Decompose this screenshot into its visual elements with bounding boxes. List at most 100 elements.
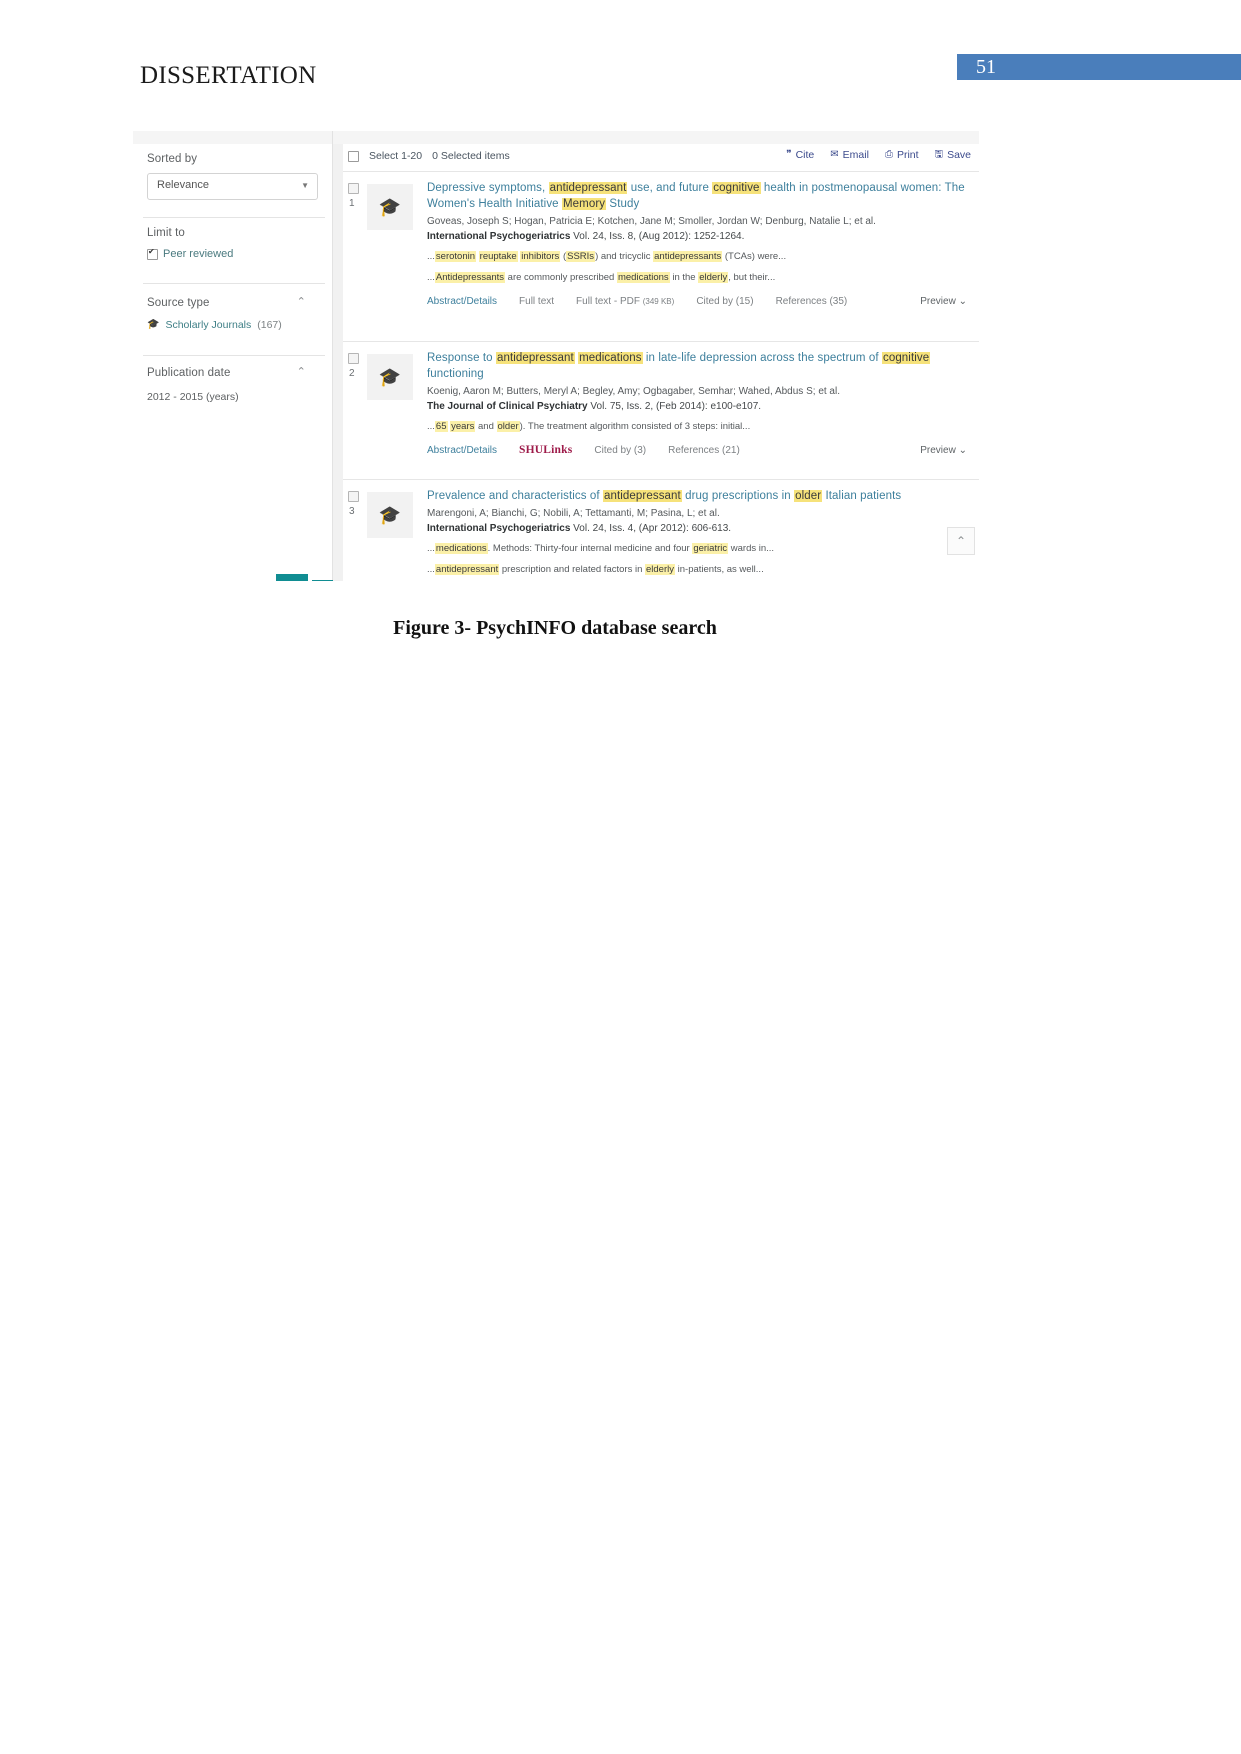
result-checkbox[interactable] (348, 491, 359, 502)
result-links: Abstract/Details Full text Full text - PDF… (427, 294, 973, 308)
result-journal: International Psychogeriatrics (427, 231, 571, 242)
text-run: and (475, 421, 497, 432)
result-body: Response to antidepressant medications i… (427, 350, 973, 457)
scroll-to-top-button[interactable]: ⌃ (947, 527, 975, 555)
cite-label: Cite (795, 149, 815, 161)
highlighted-term: SSRIs (566, 251, 596, 262)
source-type-heading-row[interactable]: Source type ⌃ (147, 297, 318, 310)
result-checkbox[interactable] (348, 183, 359, 194)
chevron-up-icon: ⌃ (955, 534, 967, 548)
graduation-cap-icon: 🎓 (147, 319, 160, 330)
text-run: ... (427, 564, 435, 575)
publication-date-heading: Publication date (147, 367, 231, 379)
source-type-item-scholarly-journals[interactable]: 🎓 Scholarly Journals (167) (147, 319, 318, 331)
result-journal: International Psychogeriatrics (427, 523, 571, 534)
result-link[interactable]: Full text (519, 296, 554, 307)
result-number: 2 (349, 368, 355, 379)
source-type-item-count: (167) (257, 319, 282, 331)
facet-divider-1 (143, 217, 325, 218)
cite-button[interactable]: ❞ Cite (786, 149, 814, 161)
highlighted-term: reuptake (478, 251, 518, 262)
save-button[interactable]: 🖫 Save (935, 149, 971, 161)
results-top-strip (333, 131, 979, 144)
text-run: Italian patients (822, 490, 902, 502)
select-all-checkbox[interactable] (348, 150, 359, 162)
result-link[interactable]: Abstract/Details (427, 296, 497, 307)
result-link[interactable]: Cited by (15) (696, 296, 753, 307)
result-title[interactable]: Depressive symptoms, antidepressant use,… (427, 180, 973, 212)
highlighted-term: elderly (645, 564, 675, 575)
text-run: in the (669, 272, 699, 283)
floppy-disk-icon: 🖫 (934, 149, 944, 160)
result-title[interactable]: Response to antidepressant medications i… (427, 350, 973, 382)
text-run: Depressive symptoms, (427, 182, 549, 194)
chevron-up-icon[interactable]: ⌃ (297, 367, 306, 378)
result-number: 3 (349, 506, 355, 517)
peer-reviewed-checkbox[interactable] (147, 247, 158, 260)
text-run: ... (427, 543, 435, 554)
print-button[interactable]: ⎙ Print (885, 149, 919, 161)
text-run: , but their... (728, 272, 776, 283)
result-link[interactable]: References (21) (668, 445, 740, 456)
print-label: Print (896, 149, 919, 161)
page-title: DISSERTATION (140, 62, 317, 89)
result-item: 3 🎓 Prevalence and characteristics of anti… (343, 479, 979, 580)
result-thumbnail: 🎓 (367, 184, 413, 230)
text-run: prescription and related factors in (499, 564, 645, 575)
result-snippet: ...antidepressant prescription and relat… (427, 563, 973, 577)
result-title[interactable]: Prevalence and characteristics of antide… (427, 488, 973, 504)
highlighted-term: antidepressant (602, 490, 682, 502)
page-number-badge: 51 (957, 54, 1241, 80)
highlighted-term: antidepressants (653, 251, 723, 262)
result-link[interactable]: Full text - PDF (349 KB) (576, 296, 674, 307)
histogram-bar[interactable] (276, 574, 308, 581)
highlighted-term: medications (578, 352, 643, 364)
email-button[interactable]: ✉ Email (830, 149, 869, 161)
result-snippet: ...Antidepressants are commonly prescrib… (427, 271, 973, 285)
highlighted-term: medications (616, 272, 670, 283)
text-run: . Methods: Thirty-four internal medicine… (487, 543, 693, 554)
result-source: International Psychogeriatrics Vol. 24, … (427, 231, 745, 242)
publication-date-heading-row[interactable]: Publication date ⌃ (147, 367, 318, 380)
text-run: ). The treatment algorithm consisted of … (519, 421, 751, 432)
highlighted-term: cognitive (881, 352, 931, 364)
facet-divider-2 (143, 283, 325, 284)
file-size-label: (349 KB) (642, 296, 675, 306)
text-run: ) and tricyclic (595, 251, 654, 262)
result-thumbnail: 🎓 (367, 354, 413, 400)
source-type-heading: Source type (147, 297, 210, 309)
result-link[interactable]: Abstract/Details (427, 445, 497, 456)
highlighted-term: geriatric (692, 543, 729, 554)
result-journal: The Journal of Clinical Psychiatry (427, 401, 588, 412)
result-snippet: ...medications. Methods: Thirty-four int… (427, 542, 973, 556)
text-run: (TCAs) were... (722, 251, 787, 262)
chevron-up-icon[interactable]: ⌃ (297, 297, 306, 308)
highlighted-term: serotonin (434, 251, 477, 262)
highlighted-term: Antidepressants (434, 272, 506, 283)
publication-date-range-label: 2012 - 2015 (years) (147, 391, 239, 403)
caret-down-icon: ⌄ (958, 444, 967, 456)
highlighted-term: antidepressant (548, 182, 628, 194)
peer-reviewed-row[interactable]: Peer reviewed (147, 247, 318, 260)
text-run: ... (427, 421, 435, 432)
highlighted-term: cognitive (712, 182, 761, 194)
select-range-label[interactable]: Select 1-20 (369, 150, 422, 162)
text-run: in late-life depression across the spect… (642, 352, 882, 364)
highlighted-term: older (496, 421, 520, 432)
text-run: wards in... (728, 543, 775, 554)
highlighted-term: inhibitors (520, 251, 561, 262)
result-link[interactable]: References (35) (776, 296, 848, 307)
preview-toggle[interactable]: Preview ⌄ (920, 445, 967, 456)
text-run: Prevalence and characteristics of (427, 490, 603, 502)
shulinks-button[interactable]: SHULinks (519, 444, 572, 456)
result-snippet: ...serotonin reuptake inhibitors (SSRIs)… (427, 250, 973, 264)
sort-select[interactable]: Relevance ▼ (147, 173, 318, 200)
text-run: ... (427, 272, 435, 283)
sorted-by-heading: Sorted by (147, 153, 198, 165)
result-checkbox[interactable] (348, 353, 359, 364)
results-toolbar: Select 1-20 0 Selected items ❞ Cite ✉ Em… (343, 145, 979, 171)
preview-toggle[interactable]: Preview ⌄ (920, 296, 967, 307)
highlighted-term: years (450, 421, 476, 432)
result-link[interactable]: Cited by (3) (594, 445, 646, 456)
results-column: Select 1-20 0 Selected items ❞ Cite ✉ Em… (333, 131, 979, 581)
